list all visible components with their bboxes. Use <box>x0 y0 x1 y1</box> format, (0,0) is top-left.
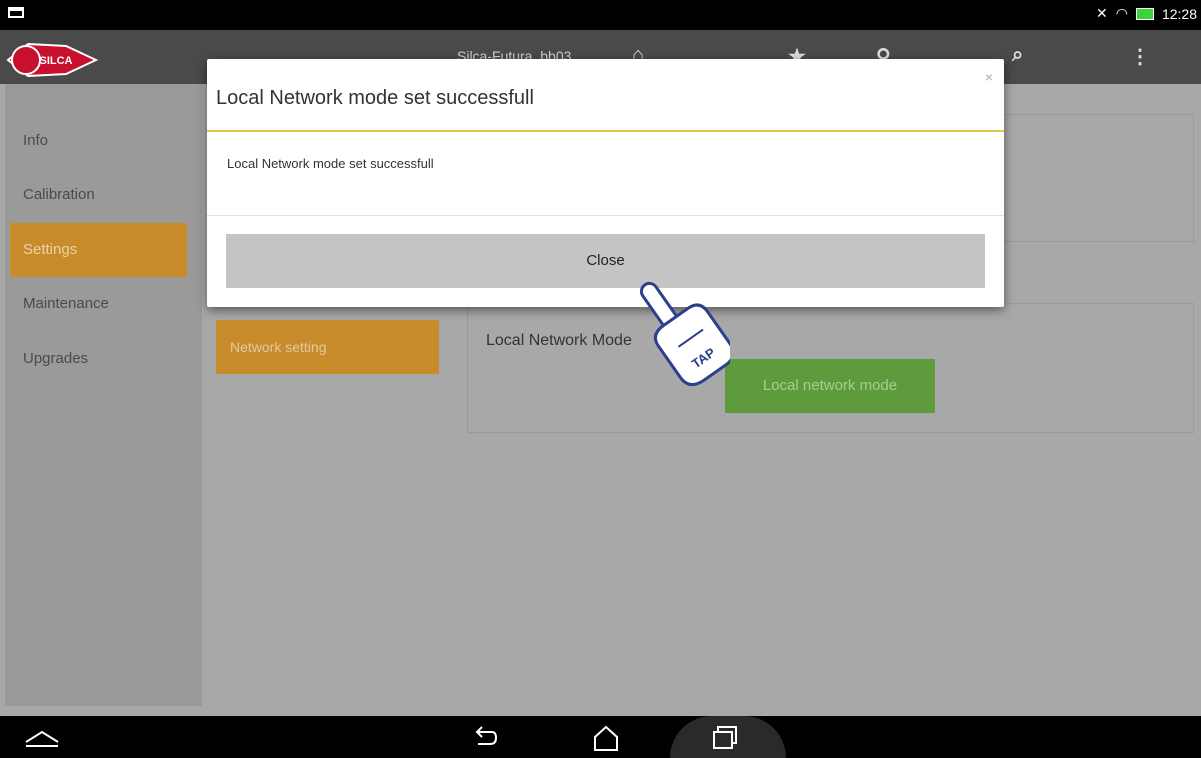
home-nav-icon[interactable] <box>592 724 620 752</box>
local-network-mode-label: Local Network Mode <box>486 332 632 349</box>
success-dialog: Local Network mode set successfull × Loc… <box>207 59 1004 307</box>
silca-logo: SILCA <box>6 42 98 78</box>
clock: 12:28 <box>1161 5 1197 22</box>
collapse-icon[interactable] <box>24 728 60 748</box>
more-vert-icon[interactable]: ⋮ <box>1130 44 1150 69</box>
system-nav-bar <box>0 716 1201 758</box>
dialog-title: Local Network mode set successfull <box>216 87 534 109</box>
notification-icon <box>8 7 24 18</box>
local-network-mode-button[interactable]: Local network mode <box>725 359 935 413</box>
search-icon[interactable]: ⌕ <box>1012 44 1023 67</box>
tap-hand-icon: TAP <box>640 281 730 387</box>
dialog-title-divider <box>207 130 1004 132</box>
sidebar-item-calibration[interactable]: Calibration <box>10 168 187 222</box>
dialog-footer-divider <box>207 215 1004 216</box>
network-setting-button[interactable]: Network setting <box>216 320 439 374</box>
recents-icon[interactable] <box>712 724 738 750</box>
logo-text: SILCA <box>40 55 73 67</box>
dialog-close-icon[interactable]: × <box>985 69 993 85</box>
back-icon[interactable] <box>472 724 498 750</box>
sidebar-item-info[interactable]: Info <box>10 114 187 168</box>
status-bar: ✕ ◠ 12:28 <box>0 0 1201 30</box>
sidebar-item-upgrades[interactable]: Upgrades <box>10 332 187 386</box>
signal-off-icon: ✕ <box>1096 5 1108 21</box>
sidebar-item-maintenance[interactable]: Maintenance <box>10 277 187 331</box>
wifi-icon: ◠ <box>1115 5 1128 21</box>
sidebar-item-settings[interactable]: Settings <box>10 223 187 277</box>
status-right: ✕ ◠ 12:28 <box>1096 5 1197 22</box>
close-button[interactable]: Close <box>226 234 985 288</box>
battery-icon <box>1135 7 1154 20</box>
dialog-message: Local Network mode set successfull <box>227 156 434 171</box>
